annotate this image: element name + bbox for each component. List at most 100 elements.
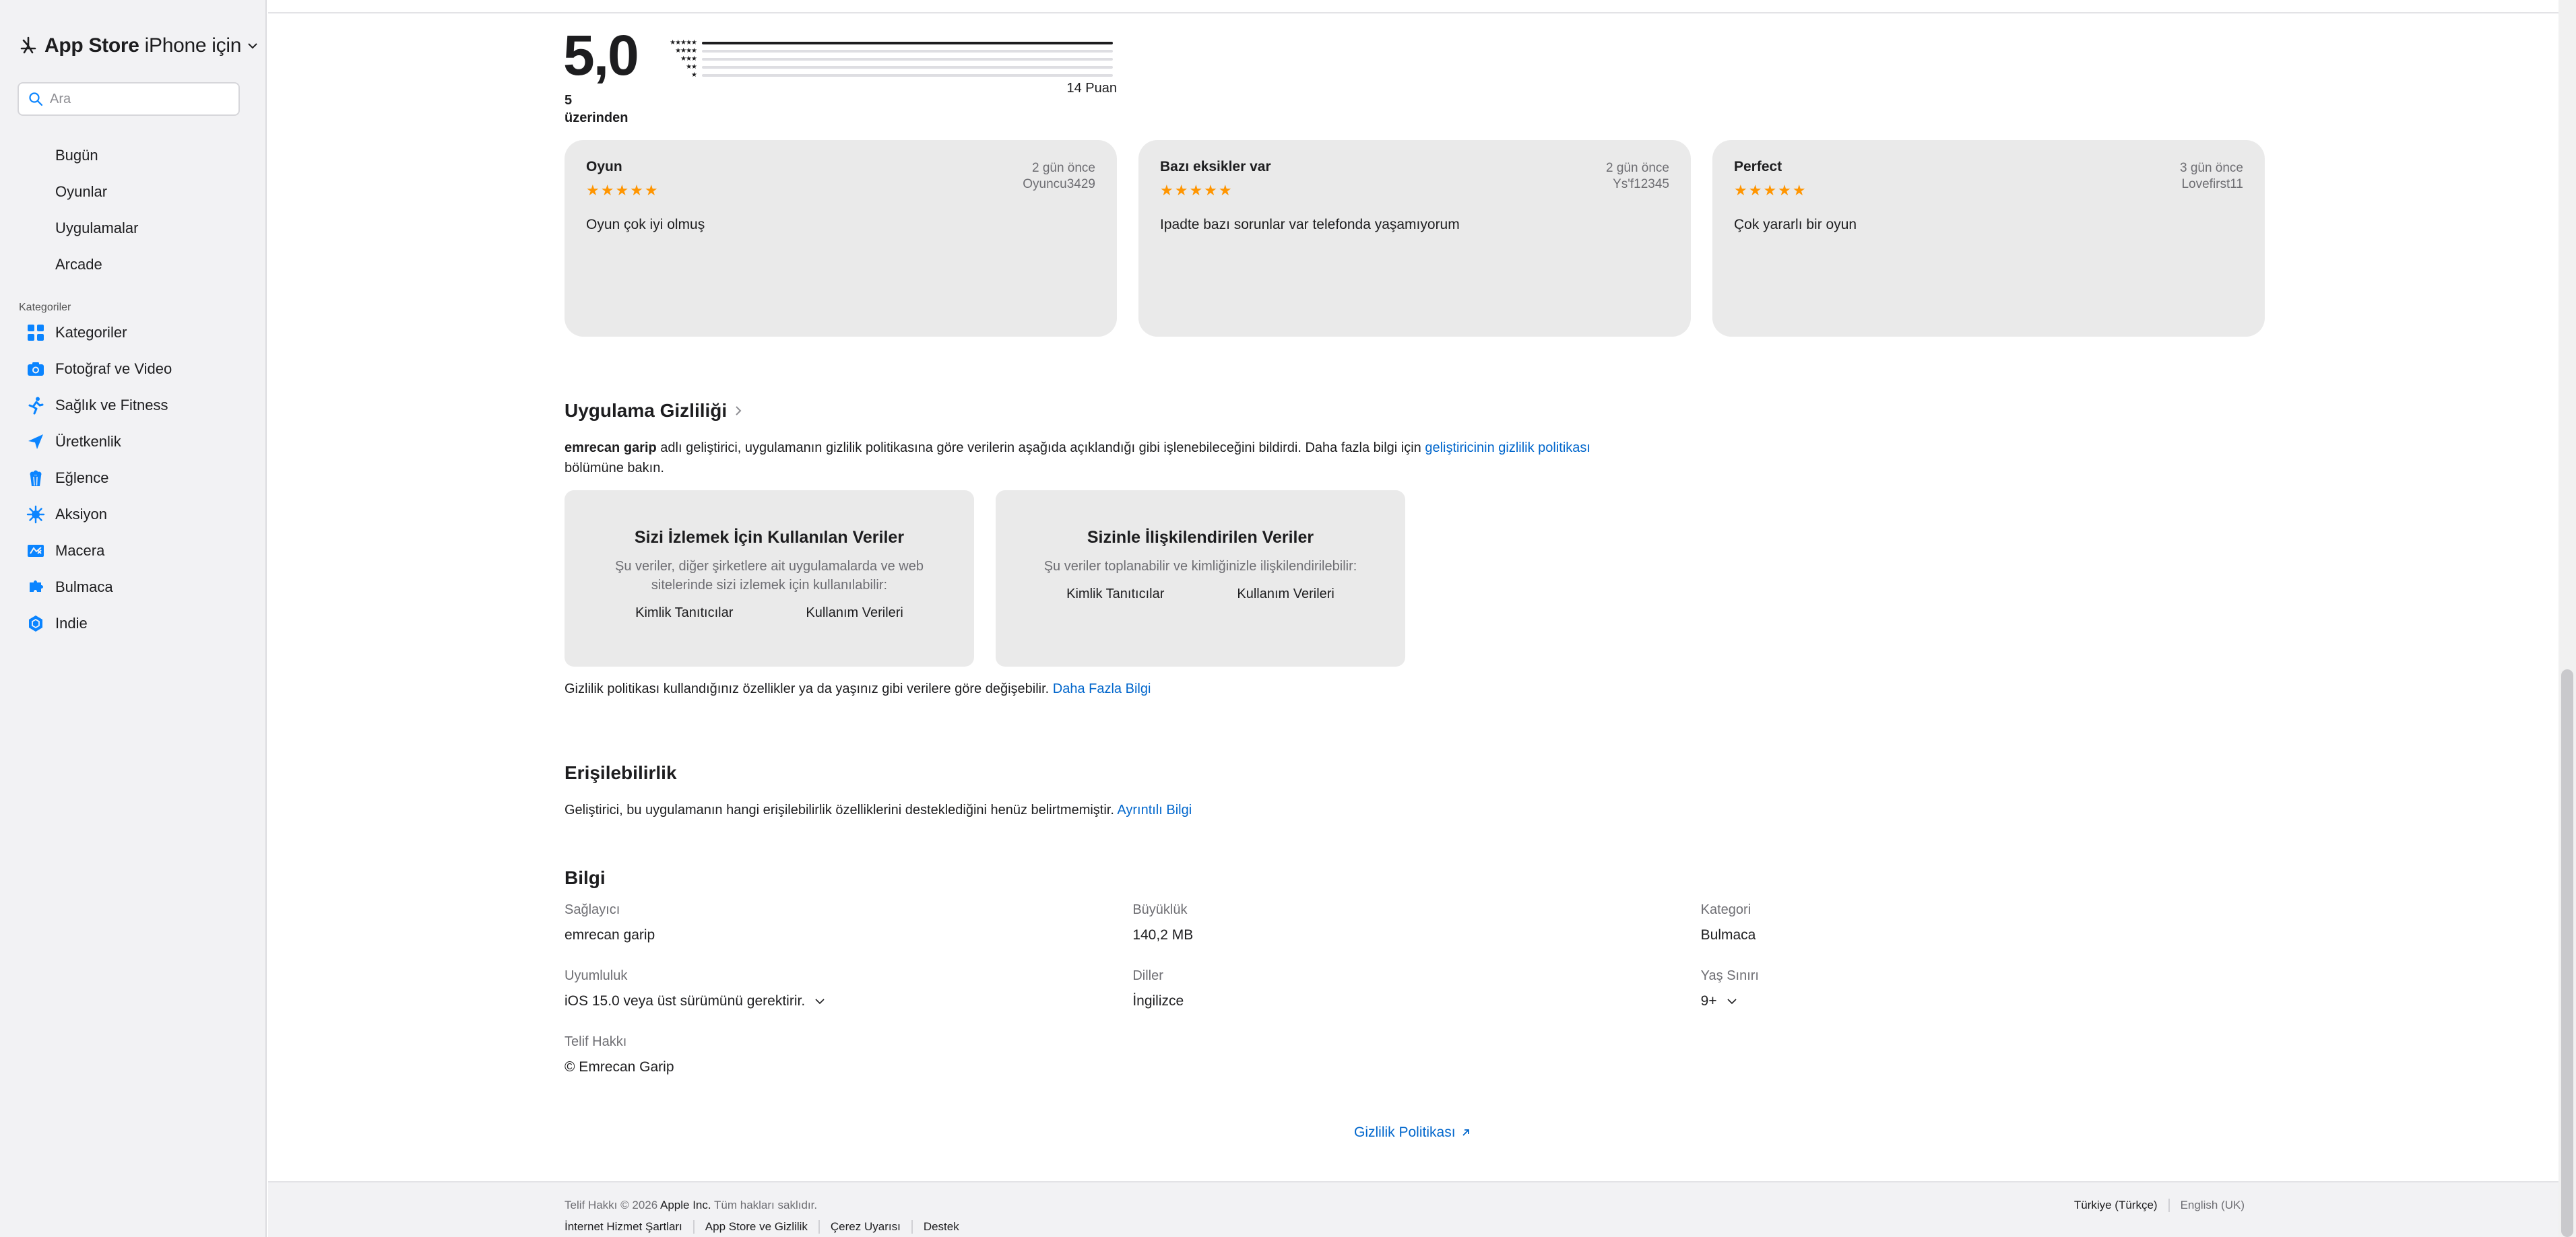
privacy-card-tracking[interactable]: Sizi İzlemek İçin Kullanılan Veriler Şu …	[565, 490, 974, 667]
privacy-policy-text: Gizlilik Politikası	[1354, 1125, 1456, 1140]
histogram-bar	[702, 74, 1113, 77]
info-category: Kategori Bulmaca	[1701, 902, 2269, 968]
footer-link-support[interactable]: Destek	[911, 1220, 959, 1234]
category-label: Eğlence	[55, 469, 109, 486]
histogram-bar	[702, 66, 1113, 69]
info-age-rating[interactable]: Yaş Sınırı 9+	[1701, 968, 2269, 1034]
category-item-indie[interactable]: Indie	[0, 605, 267, 642]
copyright-company[interactable]: Apple Inc.	[660, 1199, 711, 1211]
info-value: 140,2 MB	[1132, 927, 1194, 943]
info-label: Telif Hakkı	[565, 1034, 627, 1049]
privacy-card-desc: Şu veriler, diğer şirketlere ait uygulam…	[615, 559, 924, 593]
category-item-puzzle[interactable]: Bulmaca	[0, 569, 267, 605]
categories-heading: Kategoriler	[19, 302, 71, 313]
scrollbar-track[interactable]	[2558, 0, 2576, 1237]
privacy-policy-link[interactable]: Gizlilik Politikası	[1354, 1125, 1471, 1141]
info-compatibility[interactable]: Uyumluluk iOS 15.0 veya üst sürümünü ger…	[565, 968, 1132, 1034]
category-label: Indie	[55, 615, 88, 632]
brand-store: App Store	[44, 34, 139, 57]
accessibility-section-title: Erişilebilirlik	[565, 762, 677, 783]
nav-item-arcade[interactable]: Arcade	[0, 246, 267, 283]
privacy-title-text: Uygulama Gizliliği	[565, 400, 728, 421]
review-card[interactable]: Oyun ★★★★★ 2 gün önce Oyuncu3429 Oyun ço…	[565, 140, 1117, 337]
search-icon	[29, 92, 43, 106]
review-body: Oyun çok iyi olmuş	[586, 217, 705, 232]
info-label: Sağlayıcı	[565, 902, 620, 917]
privacy-intro-text: adlı geliştirici, uygulamanın gizlilik p…	[656, 440, 1425, 455]
review-list: Oyun ★★★★★ 2 gün önce Oyuncu3429 Oyun ço…	[565, 140, 2265, 337]
info-row: Uyumluluk iOS 15.0 veya üst sürümünü ger…	[565, 968, 2269, 1034]
privacy-cards: Sizi İzlemek İçin Kullanılan Veriler Şu …	[565, 490, 1405, 667]
accessibility-details-link[interactable]: Ayrıntılı Bilgi	[1117, 803, 1192, 817]
chevron-down-icon	[1727, 999, 1737, 1005]
camera-icon	[26, 359, 46, 379]
external-arrow-icon	[1462, 1129, 1469, 1136]
category-item-productivity[interactable]: Üretkenlik	[0, 424, 267, 460]
scrollbar-thumb[interactable]	[2561, 669, 2573, 1237]
info-label: Yaş Sınırı	[1700, 968, 1759, 983]
running-icon	[26, 395, 46, 415]
privacy-tag: Kimlik Tanıtıcılar	[1066, 587, 1165, 601]
histogram-stars: ★★★	[680, 55, 697, 63]
privacy-intro-end: bölümüne bakın.	[565, 461, 664, 475]
footer: Telif Hakkı © 2026 Apple Inc. Tüm haklar…	[268, 1181, 2558, 1237]
language-english[interactable]: English (UK)	[2168, 1199, 2245, 1212]
nav-item-apps[interactable]: Uygulamalar	[0, 210, 267, 246]
histogram-stars: ★★★★	[675, 47, 697, 55]
info-section-title: Bilgi	[565, 867, 606, 888]
review-date: 2 gün önce	[1605, 161, 1669, 175]
chevron-down-icon	[815, 999, 825, 1005]
brand-scope: iPhone için	[144, 34, 242, 57]
privacy-card-linked[interactable]: Sizinle İlişkilendirilen Veriler Şu veri…	[996, 490, 1405, 667]
category-label: Aksiyon	[55, 506, 108, 523]
privacy-intro: emrecan garip adlı geliştirici, uygulama…	[565, 438, 1723, 478]
nav-item-games[interactable]: Oyunlar	[0, 174, 267, 210]
learn-more-link[interactable]: Daha Fazla Bilgi	[1053, 681, 1151, 696]
category-item-entertainment[interactable]: Eğlence	[0, 460, 267, 496]
footer-link-privacy[interactable]: App Store ve Gizlilik	[693, 1220, 808, 1234]
rating-score: 5,0	[563, 24, 639, 87]
info-label: Diller	[1132, 968, 1163, 983]
info-copyright: Telif Hakkı © Emrecan Garip	[565, 1034, 1137, 1100]
footer-copyright: Telif Hakkı © 2026 Apple Inc. Tüm haklar…	[565, 1199, 817, 1212]
privacy-card-desc: Şu veriler toplanabilir ve kimliğinizle …	[1043, 559, 1357, 574]
privacy-section-title[interactable]: Uygulama Gizliliği	[565, 400, 743, 422]
histogram-stars: ★★★★★	[670, 39, 697, 46]
category-item-health-fitness[interactable]: Sağlık ve Fitness	[0, 387, 267, 424]
category-item-photo-video[interactable]: Fotoğraf ve Video	[0, 351, 267, 387]
privacy-note-text: Gizlilik politikası kullandığınız özelli…	[565, 681, 1053, 696]
developer-name: emrecan garip	[565, 440, 657, 455]
footer-links: İnternet Hizmet Şartları App Store ve Gi…	[565, 1220, 959, 1234]
nav-item-today[interactable]: Bugün	[0, 137, 267, 174]
privacy-tag: Kimlik Tanıtıcılar	[635, 605, 734, 620]
review-card[interactable]: Bazı eksikler var ★★★★★ 2 gün önce Ys'f1…	[1138, 140, 1691, 337]
review-card[interactable]: Perfect ★★★★★ 3 gün önce Lovefirst11 Çok…	[1712, 140, 2265, 337]
footer-link-cookies[interactable]: Çerez Uyarısı	[818, 1220, 901, 1234]
footer-link-terms[interactable]: İnternet Hizmet Şartları	[565, 1220, 682, 1234]
review-body: Çok yararlı bir oyun	[1734, 217, 1857, 232]
search-box[interactable]	[18, 82, 240, 116]
grid-icon	[26, 323, 46, 343]
category-label: Macera	[55, 542, 105, 559]
language-turkish[interactable]: Türkiye (Türkçe)	[2074, 1199, 2158, 1212]
chevron-down-icon	[248, 43, 257, 49]
privacy-note: Gizlilik politikası kullandığınız özelli…	[565, 679, 1151, 699]
review-stars: ★★★★★	[586, 182, 659, 199]
category-item-categories[interactable]: Kategoriler	[0, 314, 267, 351]
info-value: emrecan garip	[565, 927, 655, 943]
review-meta: 3 gün önce Lovefirst11	[2180, 160, 2243, 193]
paper-plane-icon	[26, 432, 46, 452]
category-label: Sağlık ve Fitness	[55, 397, 168, 413]
privacy-card-tags: Kimlik Tanıtıcılar Kullanım Verileri	[996, 587, 1405, 602]
copyright-prefix: Telif Hakkı © 2026	[565, 1199, 660, 1211]
rating-histogram: ★★★★★ ★★★★ ★★★ ★★ ★	[660, 39, 1118, 79]
footer-languages: Türkiye (Türkçe) English (UK)	[2074, 1199, 2245, 1212]
category-item-adventure[interactable]: Macera	[0, 533, 267, 569]
info-row: Sağlayıcı emrecan garip Büyüklük 140,2 M…	[565, 902, 2269, 968]
category-item-action[interactable]: Aksiyon	[0, 496, 267, 533]
privacy-tag: Kullanım Verileri	[806, 605, 903, 620]
info-value: 9+	[1700, 993, 1717, 1009]
developer-privacy-policy-link[interactable]: geliştiricinin gizlilik politikası	[1425, 440, 1590, 455]
search-input[interactable]	[50, 91, 232, 107]
app-store-brand[interactable]: App Store iPhone için	[18, 32, 259, 59]
